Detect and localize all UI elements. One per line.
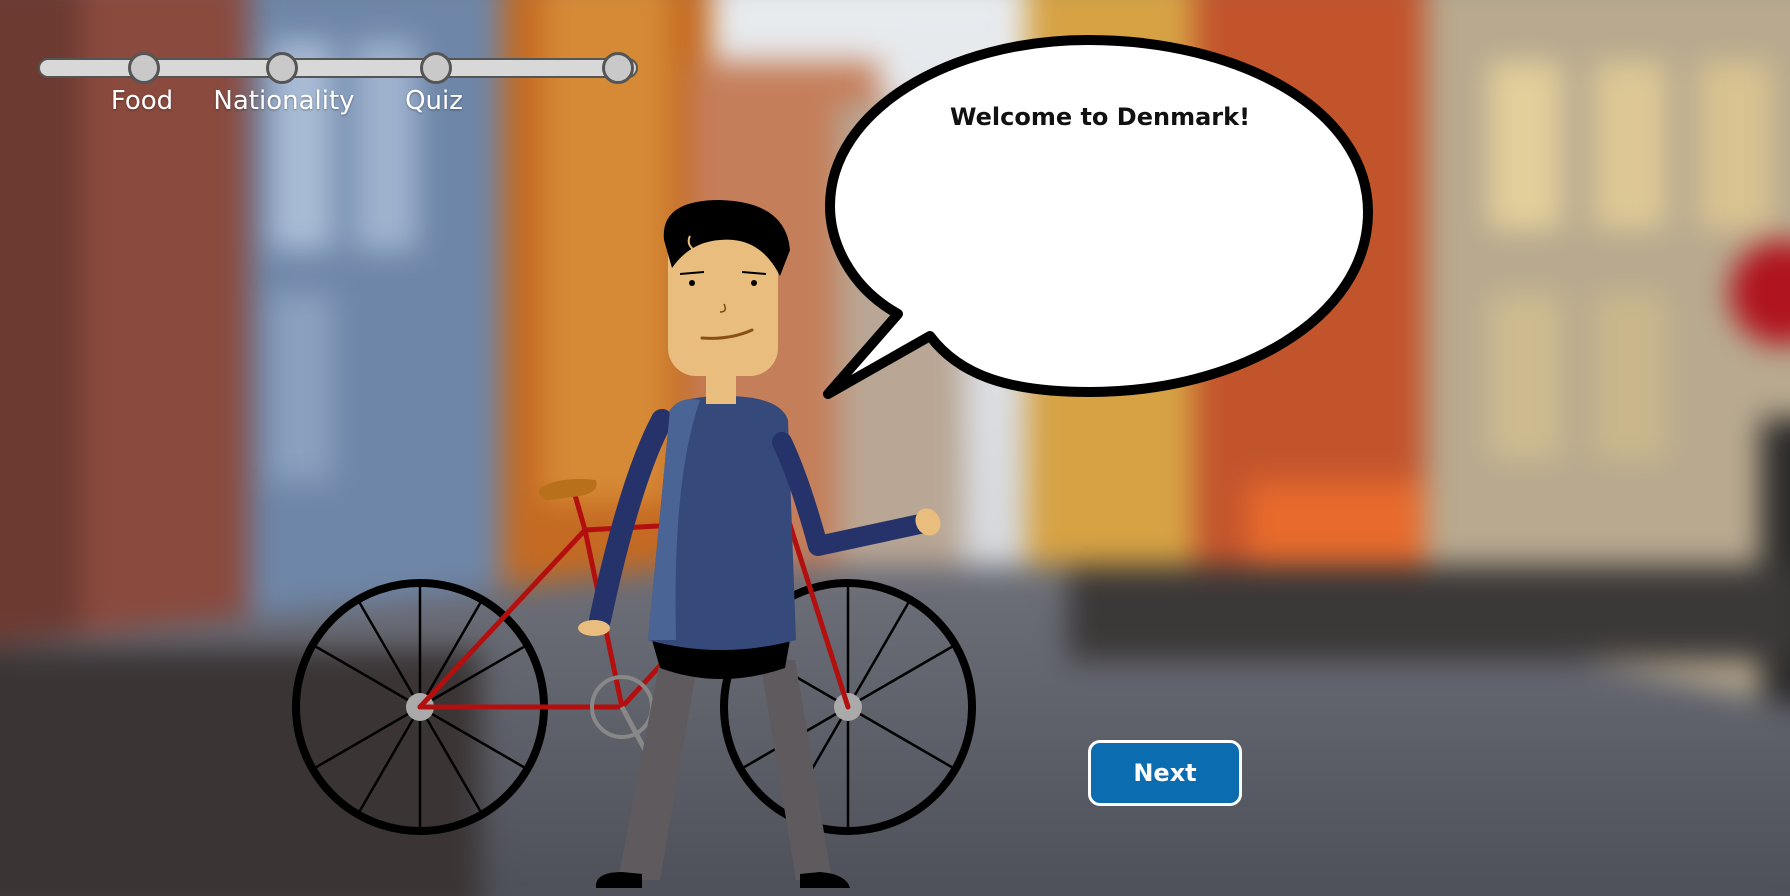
next-button[interactable]: Next <box>1088 740 1242 806</box>
character-with-bicycle <box>292 35 1373 888</box>
step-node-end[interactable] <box>602 52 634 84</box>
step-label-quiz: Quiz <box>405 86 463 116</box>
step-node-quiz[interactable] <box>420 52 452 84</box>
progress-stepper: Food Nationality Quiz <box>36 24 646 116</box>
step-node-nationality[interactable] <box>266 52 298 84</box>
step-node-food[interactable] <box>128 52 160 84</box>
step-label-nationality: Nationality <box>213 86 355 116</box>
speech-bubble-text: Welcome to Denmark! <box>949 103 1251 131</box>
app-scene: Food Nationality Quiz Welcome to Denmark… <box>0 0 1790 896</box>
step-label-food: Food <box>110 86 174 116</box>
speech-bubble <box>823 35 1373 399</box>
